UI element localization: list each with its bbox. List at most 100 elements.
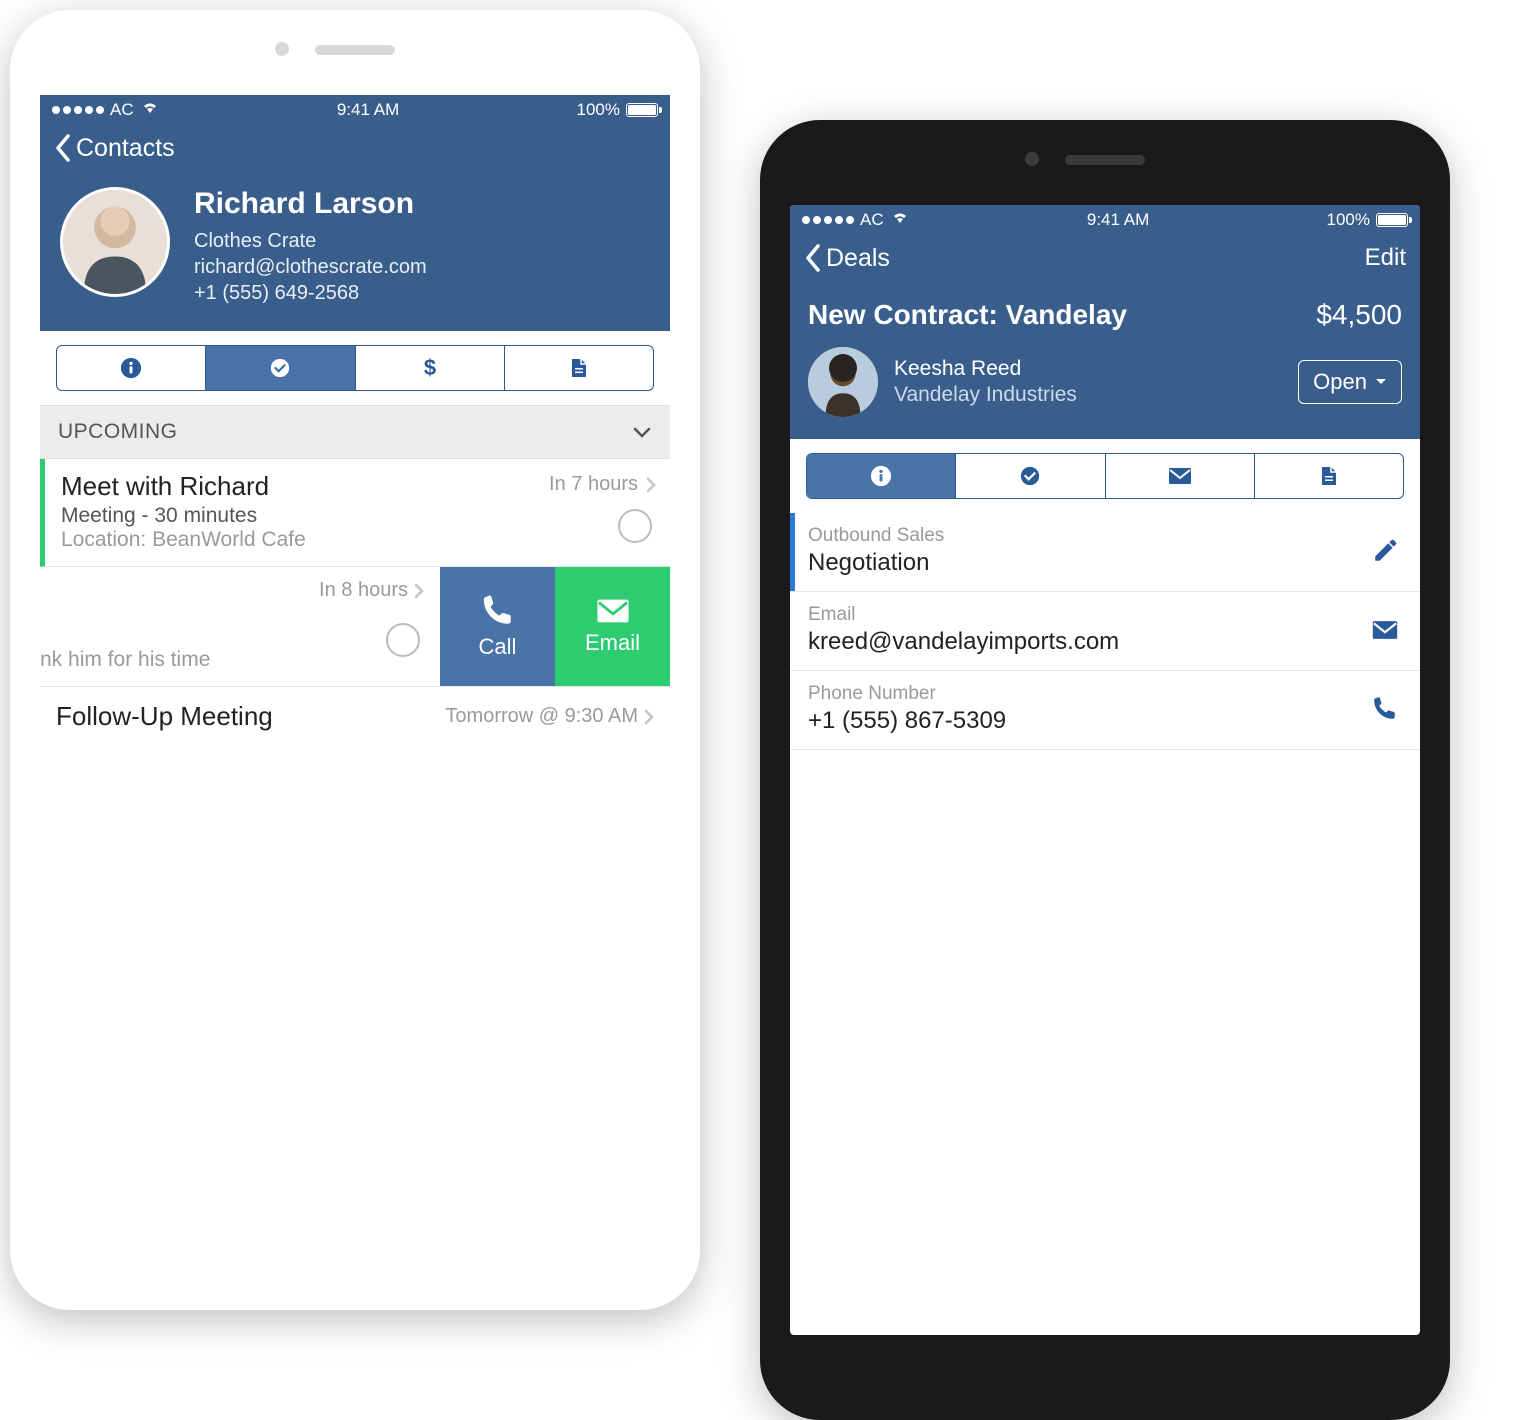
- swipe-action-call[interactable]: Call: [440, 567, 555, 686]
- tab-email[interactable]: [1106, 454, 1255, 498]
- avatar[interactable]: [808, 347, 878, 417]
- section-header-upcoming[interactable]: UPCOMING: [40, 405, 670, 459]
- speaker-grill: [1065, 155, 1145, 165]
- complete-checkbox[interactable]: [386, 623, 420, 657]
- phone-black-frame: AC 9:41 AM 100% Deals Edit New Contract:…: [760, 120, 1450, 1420]
- tab-info[interactable]: [57, 346, 206, 390]
- call-label: Call: [479, 634, 517, 660]
- back-button[interactable]: Contacts: [54, 133, 175, 163]
- battery-icon: [1376, 213, 1408, 227]
- avatar[interactable]: [60, 187, 170, 297]
- front-camera: [1025, 152, 1039, 166]
- event-time-row: In 7 hours: [549, 473, 656, 496]
- tab-activity[interactable]: [956, 454, 1105, 498]
- nav-bar: Deals Edit: [790, 235, 1420, 283]
- phone-white-frame: AC 9:41 AM 100% Contacts: [10, 10, 700, 1310]
- event-subtitle: Meeting - 30 minutes: [61, 504, 654, 528]
- phone-icon: [481, 594, 515, 628]
- tab-notes[interactable]: [1255, 454, 1403, 498]
- tab-bar: [806, 453, 1404, 499]
- nav-bar: Contacts: [40, 125, 670, 173]
- check-circle-icon: [1019, 465, 1041, 487]
- field-label: Outbound Sales: [808, 525, 1356, 547]
- status-bar: AC 9:41 AM 100%: [40, 95, 670, 125]
- screen-deals: AC 9:41 AM 100% Deals Edit New Contract:…: [790, 205, 1420, 1335]
- screen-contacts: AC 9:41 AM 100% Contacts: [40, 95, 670, 1225]
- tab-activity[interactable]: [206, 346, 355, 390]
- deal-contact-info: Keesha Reed Vandelay Industries: [894, 357, 1282, 407]
- status-left: AC: [802, 210, 910, 230]
- section-header-label: UPCOMING: [58, 420, 178, 444]
- complete-checkbox[interactable]: [618, 509, 652, 543]
- signal-dots-icon: [52, 106, 104, 114]
- contact-email: richard@clothescrate.com: [194, 256, 427, 279]
- edit-button[interactable]: Edit: [1365, 244, 1406, 272]
- status-right: 100%: [577, 100, 658, 120]
- task-content: In 8 hours nk him for his time: [40, 567, 440, 686]
- chevron-right-icon: [414, 583, 424, 599]
- field-label: Phone Number: [808, 683, 1356, 705]
- task-item-swiped[interactable]: In 8 hours nk him for his time Call Emai…: [40, 567, 670, 687]
- deal-company: Vandelay Industries: [894, 383, 1282, 407]
- followup-item[interactable]: Follow-Up Meeting Tomorrow @ 9:30 AM: [40, 687, 670, 746]
- field-label: Email: [808, 604, 1356, 626]
- dollar-icon: $: [422, 356, 438, 380]
- status-bar: AC 9:41 AM 100%: [790, 205, 1420, 235]
- event-when: In 7 hours: [549, 473, 638, 496]
- task-truncated-text: nk him for his time: [40, 648, 210, 672]
- followup-time-row: Tomorrow @ 9:30 AM: [445, 705, 654, 728]
- envelope-icon: [1168, 467, 1192, 485]
- email-label: Email: [585, 630, 640, 656]
- envelope-icon[interactable]: [1368, 620, 1402, 640]
- deal-title: New Contract: Vandelay: [808, 299, 1127, 331]
- caret-down-icon: [1375, 378, 1387, 386]
- chevron-down-icon: [632, 426, 652, 438]
- phone-icon[interactable]: [1368, 696, 1402, 722]
- pencil-icon[interactable]: [1368, 538, 1402, 564]
- field-value: +1 (555) 867-5309: [808, 707, 1356, 735]
- field-email[interactable]: Email kreed@vandelayimports.com: [790, 592, 1420, 671]
- info-icon: [120, 357, 142, 379]
- battery-icon: [626, 103, 658, 117]
- field-value: kreed@vandelayimports.com: [808, 628, 1356, 656]
- carrier-label: AC: [860, 210, 884, 230]
- status-right: 100%: [1327, 210, 1408, 230]
- event-location: Location: BeanWorld Cafe: [61, 528, 654, 552]
- svg-text:$: $: [424, 356, 436, 380]
- signal-dots-icon: [802, 216, 854, 224]
- deal-amount: $4,500: [1316, 299, 1402, 331]
- chevron-left-icon: [804, 243, 822, 273]
- envelope-icon: [596, 598, 630, 624]
- front-camera: [275, 42, 289, 56]
- tab-notes[interactable]: [505, 346, 653, 390]
- event-item[interactable]: Meet with Richard Meeting - 30 minutes L…: [40, 459, 670, 567]
- clock-label: 9:41 AM: [337, 100, 399, 120]
- contact-header: Richard Larson Clothes Crate richard@clo…: [40, 173, 670, 331]
- contact-name: Richard Larson: [194, 187, 427, 221]
- document-icon: [569, 357, 589, 379]
- chevron-right-icon: [646, 477, 656, 493]
- back-button[interactable]: Deals: [804, 243, 890, 273]
- clock-label: 9:41 AM: [1087, 210, 1149, 230]
- wifi-icon: [890, 210, 910, 230]
- task-time-row: In 8 hours: [319, 579, 424, 602]
- speaker-grill: [315, 45, 395, 55]
- field-stage[interactable]: Outbound Sales Negotiation: [790, 513, 1420, 592]
- tab-info[interactable]: [807, 454, 956, 498]
- contact-company: Clothes Crate: [194, 230, 427, 253]
- status-left: AC: [52, 100, 160, 120]
- tab-deals[interactable]: $: [356, 346, 505, 390]
- contact-info: Richard Larson Clothes Crate richard@clo…: [194, 187, 427, 305]
- field-value: Negotiation: [808, 549, 1356, 577]
- chevron-left-icon: [54, 133, 72, 163]
- deal-contact-name: Keesha Reed: [894, 357, 1282, 381]
- deal-contact-row: Keesha Reed Vandelay Industries Open: [808, 347, 1402, 417]
- field-phone[interactable]: Phone Number +1 (555) 867-5309: [790, 671, 1420, 750]
- contact-phone: +1 (555) 649-2568: [194, 282, 427, 305]
- swipe-action-email[interactable]: Email: [555, 567, 670, 686]
- info-icon: [870, 465, 892, 487]
- battery-percent: 100%: [1327, 210, 1370, 230]
- back-label: Contacts: [76, 134, 175, 163]
- status-dropdown[interactable]: Open: [1298, 360, 1402, 404]
- chevron-right-icon: [644, 709, 654, 725]
